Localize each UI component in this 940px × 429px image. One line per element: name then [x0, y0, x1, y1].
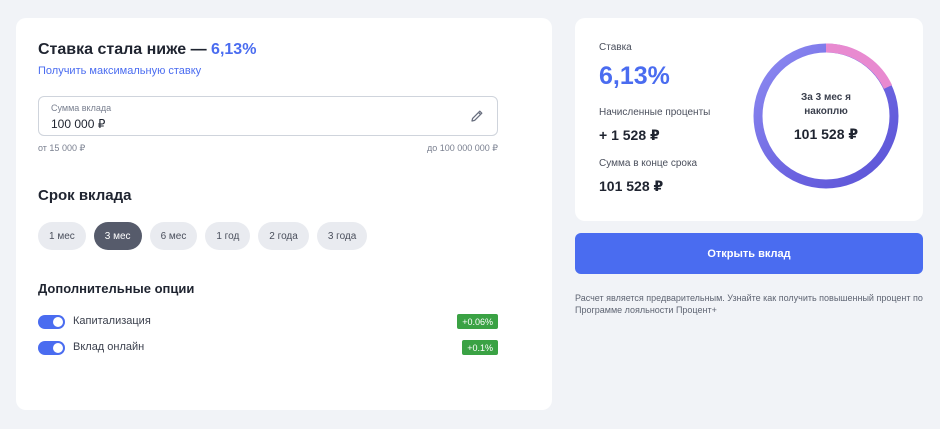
amount-min: от 15 000 ₽ [38, 143, 86, 153]
deposit-amount-field[interactable]: Сумма вклада 100 000 ₽ [38, 96, 498, 136]
page-title: Ставка стала ниже — 6,13% [38, 41, 257, 58]
term-title: Срок вклада [38, 187, 132, 204]
capitalization-toggle[interactable] [38, 315, 65, 329]
ring-value: 101 528 ₽ [793, 126, 859, 142]
deposit-amount-input[interactable]: 100 000 ₽ [51, 117, 105, 131]
summary-end-label: Сумма в конце срока [599, 158, 698, 169]
summary-content: Ставка 6,13% Начисленные проценты + 1 52… [575, 18, 923, 221]
disclaimer-text: Расчет является предварительным. Узнайте… [575, 293, 923, 315]
title-rate: 6,13% [211, 41, 257, 58]
term-chip-3m[interactable]: 3 мес [93, 222, 142, 250]
options-title: Дополнительные опции [38, 281, 195, 296]
term-chip-2y[interactable]: 2 года [258, 222, 309, 250]
online-toggle[interactable] [38, 341, 65, 355]
pencil-icon[interactable] [469, 108, 485, 124]
capitalization-badge: +0.06% [457, 314, 498, 329]
option-capitalization: Капитализация +0.06% [38, 314, 498, 330]
capitalization-label: Капитализация [73, 315, 151, 327]
summary-rate-label: Ставка [599, 42, 632, 53]
summary-end-sum: 101 528 ₽ [599, 178, 664, 194]
term-chip-3y[interactable]: 3 года [316, 222, 368, 250]
online-label: Вклад онлайн [73, 341, 145, 353]
summary-interest: + 1 528 ₽ [599, 127, 660, 143]
term-chip-6m[interactable]: 6 мес [149, 222, 198, 250]
open-deposit-button[interactable]: Открыть вклад [575, 233, 923, 274]
term-chip-1y[interactable]: 1 год [205, 222, 251, 250]
term-chip-1m[interactable]: 1 мес [38, 222, 86, 250]
summary-interest-label: Начисленные проценты [599, 107, 711, 118]
online-badge: +0.1% [462, 340, 498, 355]
max-rate-link[interactable]: Получить максимальную ставку [38, 65, 201, 77]
deposit-amount-label: Сумма вклада [51, 103, 112, 113]
summary-rate: 6,13% [599, 62, 670, 90]
term-options: 1 мес 3 мес 6 мес 1 год 2 года 3 года [38, 222, 368, 250]
amount-max: до 100 000 000 ₽ [426, 143, 498, 153]
ring-caption: За 3 мес я накоплю [801, 92, 851, 117]
option-online: Вклад онлайн +0.1% [38, 340, 498, 356]
